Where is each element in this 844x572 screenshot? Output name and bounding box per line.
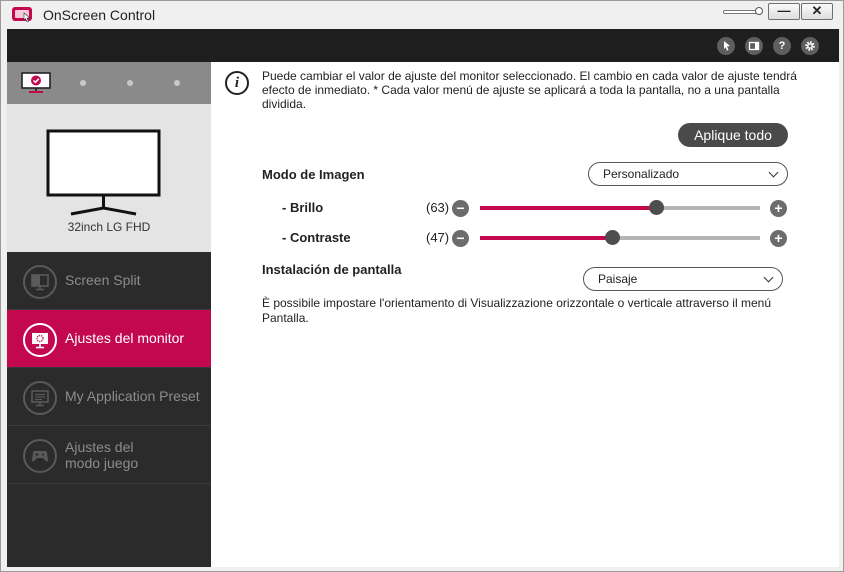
monitor-tab-dot[interactable] [127,80,133,86]
contrast-slider[interactable] [480,230,760,245]
settings-icon[interactable] [801,37,819,55]
brightness-increase-button[interactable]: + [770,200,787,217]
sidebar-item-app-preset[interactable]: My Application Preset [7,368,211,426]
help-icon[interactable]: ? [773,37,791,55]
screen-split-icon [23,265,57,299]
monitor-name: 32inch LG FHD [67,220,151,234]
info-text: Puede cambiar el valor de ajuste del mon… [262,69,797,111]
contrast-increase-button[interactable]: + [770,230,787,247]
sidebar-item-label-line1: Ajustes del [65,439,134,455]
monitor-tab-dot[interactable] [80,80,86,86]
app-window: OnScreen Control — ✕ ? 32inch LG FHD Scr… [0,0,844,572]
sidebar: 32inch LG FHD Screen Split Ajustes del m… [7,62,211,567]
brightness-value: (63) [426,200,450,215]
picture-mode-value: Personalizado [603,167,680,181]
cursor-icon[interactable] [717,37,735,55]
contrast-slider-fill [480,236,612,240]
info-icon: i [225,71,249,95]
monitor-selector [7,62,211,104]
title-bar: OnScreen Control — ✕ [1,1,843,29]
sidebar-item-game-mode[interactable]: Ajustes del modo juego [7,426,211,484]
close-button[interactable]: ✕ [801,3,833,20]
sidebar-item-label-line2: modo juego [65,455,139,471]
brightness-decrease-button[interactable]: − [452,200,469,217]
brightness-slider-fill [480,206,657,210]
contrast-slider-knob[interactable] [604,230,620,245]
display-icon[interactable] [745,37,763,55]
brightness-label: - Brillo [282,200,324,215]
orientation-select[interactable]: Paisaje [583,267,783,291]
brightness-slider-knob[interactable] [649,200,665,215]
orientation-description: È possibile impostare l'orientamento di … [262,296,771,325]
main-panel: i Puede cambiar el valor de ajuste del m… [211,62,839,567]
monitor-preview: 32inch LG FHD [7,104,211,252]
app-logo-icon [12,7,32,23]
screen-install-label: Instalación de pantalla [262,262,402,277]
monitor-tab-dot[interactable] [174,80,180,86]
toolbar: ? [7,29,839,62]
sidebar-item-label: My Application Preset [65,388,200,404]
brightness-slider[interactable] [480,200,760,215]
minimize-button[interactable]: — [768,3,800,20]
orientation-value: Paisaje [598,272,638,286]
sidebar-item-screen-split[interactable]: Screen Split [7,252,211,310]
chevron-down-icon [763,272,774,283]
picture-mode-label: Modo de Imagen [262,167,365,182]
app-preset-icon [23,381,57,415]
window-opacity-slider[interactable] [723,7,763,15]
monitor-settings-icon [23,323,57,357]
contrast-decrease-button[interactable]: − [452,230,469,247]
sidebar-item-label: Screen Split [65,272,141,288]
selected-monitor-icon[interactable] [19,71,53,95]
sidebar-item-monitor-settings[interactable]: Ajustes del monitor [7,310,211,368]
contrast-value: (47) [426,230,450,245]
apply-all-button[interactable]: Aplique todo [678,123,788,147]
gamepad-icon [23,439,57,473]
sidebar-item-label: Ajustes del monitor [65,330,185,346]
contrast-label: - Contraste [282,230,351,245]
monitor-illustration [46,129,161,216]
window-title: OnScreen Control [43,7,156,23]
picture-mode-select[interactable]: Personalizado [588,162,788,186]
chevron-down-icon [768,167,779,178]
window-opacity-slider-knob[interactable] [755,7,763,15]
